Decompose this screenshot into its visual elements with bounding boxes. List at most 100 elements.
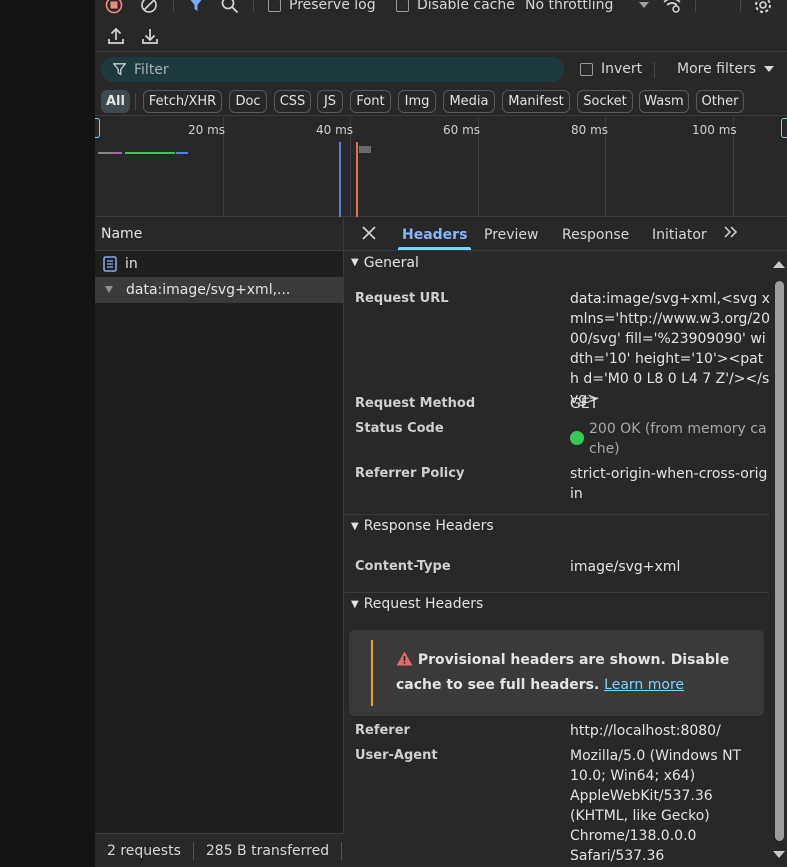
chevron-double-right-icon <box>724 226 738 238</box>
more-filters-dropdown[interactable]: More filters <box>677 61 775 77</box>
type-filter-media[interactable]: Media <box>443 90 495 113</box>
search-icon <box>221 0 239 14</box>
scrollbar-thumb[interactable] <box>775 281 784 841</box>
type-filter-css[interactable]: CSS <box>274 90 311 113</box>
provisional-headers-warning: Provisional headers are shown. Disable c… <box>349 630 764 716</box>
request-details-panel: Headers Preview Response Initiator ▼ Gen… <box>345 218 787 867</box>
preserve-log-checkbox[interactable]: Preserve log <box>268 0 376 15</box>
export-har-button[interactable] <box>139 25 161 47</box>
timeline-bar <box>98 152 112 154</box>
invert-label: Invert <box>601 61 643 77</box>
type-filter-all[interactable]: All <box>101 90 130 113</box>
search-button[interactable] <box>221 0 239 15</box>
wifi-settings-icon <box>663 0 681 13</box>
header-name: Content-Type <box>355 559 451 574</box>
tab-headers[interactable]: Headers <box>402 227 467 243</box>
timeline-right-handle[interactable] <box>781 118 787 138</box>
page-background-left <box>0 0 95 867</box>
learn-more-link[interactable]: Learn more <box>604 677 684 693</box>
request-row[interactable]: data:image/svg+xml,... <box>95 277 343 303</box>
triangle-down-icon: ▼ <box>351 598 359 610</box>
timeline-tick: 80 ms <box>571 123 609 137</box>
clear-button[interactable] <box>140 0 158 15</box>
timeline-tick: 100 ms <box>692 123 737 137</box>
type-filter-js[interactable]: JS <box>317 90 343 113</box>
type-filter-wasm[interactable]: Wasm <box>639 90 689 113</box>
header-name: Request URL <box>355 291 449 306</box>
timeline-left-handle[interactable] <box>95 118 100 138</box>
clear-icon <box>141 0 157 13</box>
load-event-marker <box>356 142 358 217</box>
network-conditions-button[interactable] <box>662 0 682 15</box>
triangle-down-icon: ▼ <box>351 520 359 532</box>
type-filter-doc[interactable]: Doc <box>229 90 267 113</box>
section-title: Response Headers <box>363 518 494 534</box>
transferred-size: 285 B transferred <box>194 841 343 860</box>
throttling-value: No throttling <box>525 0 614 13</box>
details-scrollbar[interactable] <box>771 254 787 867</box>
record-button[interactable] <box>105 0 123 15</box>
tab-response[interactable]: Response <box>562 227 629 243</box>
status-ok-dot-icon <box>570 431 584 445</box>
checkbox-box <box>580 62 593 76</box>
header-value: 200 OK (from memory cache) <box>589 421 767 457</box>
header-value: image/svg+xml <box>570 559 681 575</box>
tab-initiator[interactable]: Initiator <box>652 227 707 243</box>
header-name: Referer <box>355 723 410 738</box>
invert-checkbox[interactable]: Invert <box>580 61 642 77</box>
timeline-tick: 20 ms <box>188 123 226 137</box>
section-request-headers-toggle[interactable]: ▼ Request Headers <box>345 592 769 615</box>
section-title: Request Headers <box>363 596 484 612</box>
triangle-down-icon: ▼ <box>351 257 359 268</box>
filter-input[interactable] <box>134 61 534 78</box>
filter-toggle-button[interactable] <box>188 0 204 15</box>
section-general-toggle[interactable]: ▼ General <box>345 251 769 274</box>
throttling-select[interactable]: No throttling <box>525 0 650 15</box>
more-filters-label: More filters <box>677 61 757 77</box>
request-name: in <box>125 256 138 272</box>
type-filter-font[interactable]: Font <box>350 90 391 113</box>
tab-preview[interactable]: Preview <box>484 227 539 243</box>
header-value: GET <box>570 396 599 412</box>
more-tabs-button[interactable] <box>723 224 739 243</box>
type-filter-fetch-xhr[interactable]: Fetch/XHR <box>143 90 222 113</box>
filter-box <box>101 57 564 82</box>
triangle-down-icon <box>105 285 113 293</box>
disable-cache-checkbox[interactable]: Disable cache <box>396 0 515 15</box>
resource-type-filters: All Fetch/XHR Doc CSS JS Font Img Media … <box>95 87 787 116</box>
network-toolbar: Preserve log Disable cache No throttling <box>95 0 787 20</box>
header-name: Referrer Policy <box>355 466 465 481</box>
timeline-bar <box>125 152 175 154</box>
request-list: Name in data:image/svg+xml,... <box>95 218 344 833</box>
preserve-log-label: Preserve log <box>289 0 376 13</box>
scroll-up-icon <box>773 261 785 268</box>
request-row[interactable]: in <box>95 251 343 277</box>
devtools-network-panel: Preserve log Disable cache No throttling <box>95 0 787 867</box>
warning-icon <box>396 651 413 666</box>
section-response-headers-toggle[interactable]: ▼ Response Headers <box>345 514 769 537</box>
header-name: Request Method <box>355 396 476 411</box>
scroll-down-icon <box>773 851 785 858</box>
details-tabbar: Headers Preview Response Initiator <box>345 218 787 251</box>
close-details-button[interactable] <box>362 226 376 244</box>
timeline-bar <box>112 152 122 154</box>
gear-icon <box>755 0 771 13</box>
type-filter-socket[interactable]: Socket <box>577 90 633 113</box>
type-filter-manifest[interactable]: Manifest <box>502 90 570 113</box>
checkbox-box <box>396 0 409 12</box>
type-filter-img[interactable]: Img <box>398 90 436 113</box>
funnel-icon <box>113 63 126 76</box>
document-icon <box>103 256 117 272</box>
settings-button[interactable] <box>753 0 773 15</box>
type-filter-other[interactable]: Other <box>696 90 744 113</box>
timeline-bar <box>359 146 371 153</box>
headers-content: ▼ General Request URL data:image/svg+xml… <box>345 251 787 867</box>
record-icon <box>105 0 123 14</box>
timeline-tick: 40 ms <box>316 123 354 137</box>
disable-cache-label: Disable cache <box>417 0 515 13</box>
import-har-button[interactable] <box>105 25 127 47</box>
checkbox-box <box>268 0 281 12</box>
network-overview-timeline[interactable]: 20 ms 40 ms 60 ms 80 ms 100 ms <box>95 117 787 217</box>
name-column-header[interactable]: Name <box>95 218 343 251</box>
timeline-bar <box>176 152 188 154</box>
